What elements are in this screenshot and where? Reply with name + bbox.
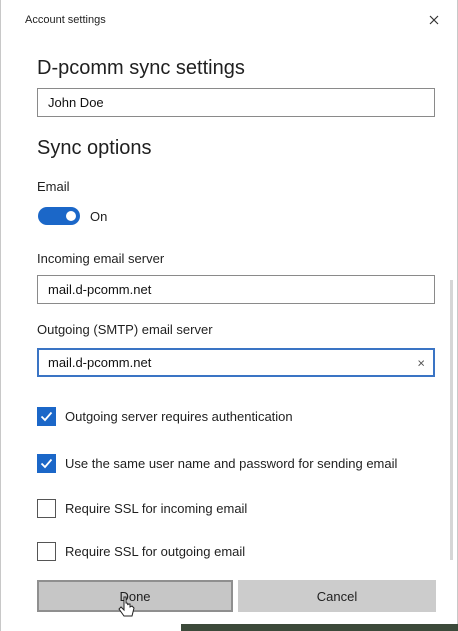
scrollbar[interactable] [450,280,453,560]
incoming-server-label: Incoming email server [37,251,165,266]
background-strip [181,624,458,631]
sync-options-heading: Sync options [37,137,152,159]
checkbox-ssl-outgoing[interactable] [37,542,56,561]
clear-icon: × [417,355,425,370]
checkbox-outgoing-auth[interactable] [37,407,56,426]
page-title: D-pcomm sync settings [37,57,245,79]
window-title: Account settings [25,14,106,26]
checkmark-icon [40,458,53,469]
option-label: Use the same user name and password for … [65,456,398,471]
option-ssl-outgoing[interactable]: Require SSL for outgoing email [37,542,245,561]
mouse-cursor-icon [118,596,135,617]
email-label: Email [37,179,70,194]
account-name-input[interactable]: John Doe [37,88,435,117]
incoming-server-value: mail.d-pcomm.net [48,282,152,297]
account-settings-window: Account settings D-pcomm sync settings J… [0,0,458,631]
title-bar: Account settings [1,0,457,36]
account-name-value: John Doe [48,95,104,110]
option-label: Outgoing server requires authentication [65,409,293,424]
checkmark-icon [40,411,53,422]
checkbox-same-credentials[interactable] [37,454,56,473]
outgoing-server-input[interactable]: mail.d-pcomm.net × [37,348,435,377]
outgoing-server-label: Outgoing (SMTP) email server [37,322,213,337]
option-same-credentials[interactable]: Use the same user name and password for … [37,454,397,473]
outgoing-server-value: mail.d-pcomm.net [48,355,152,370]
toggle-knob [66,211,76,221]
clear-text-button[interactable]: × [417,355,425,370]
option-ssl-incoming[interactable]: Require SSL for incoming email [37,499,247,518]
incoming-server-input[interactable]: mail.d-pcomm.net [37,275,435,304]
cancel-button[interactable]: Cancel [238,580,436,612]
email-toggle[interactable] [38,207,80,225]
option-label: Require SSL for incoming email [65,501,248,516]
email-toggle-state: On [90,209,108,224]
checkbox-ssl-incoming[interactable] [37,499,56,518]
option-label: Require SSL for outgoing email [65,544,246,559]
close-button[interactable] [423,9,445,31]
close-icon [429,15,439,25]
option-outgoing-auth[interactable]: Outgoing server requires authentication [37,407,293,426]
